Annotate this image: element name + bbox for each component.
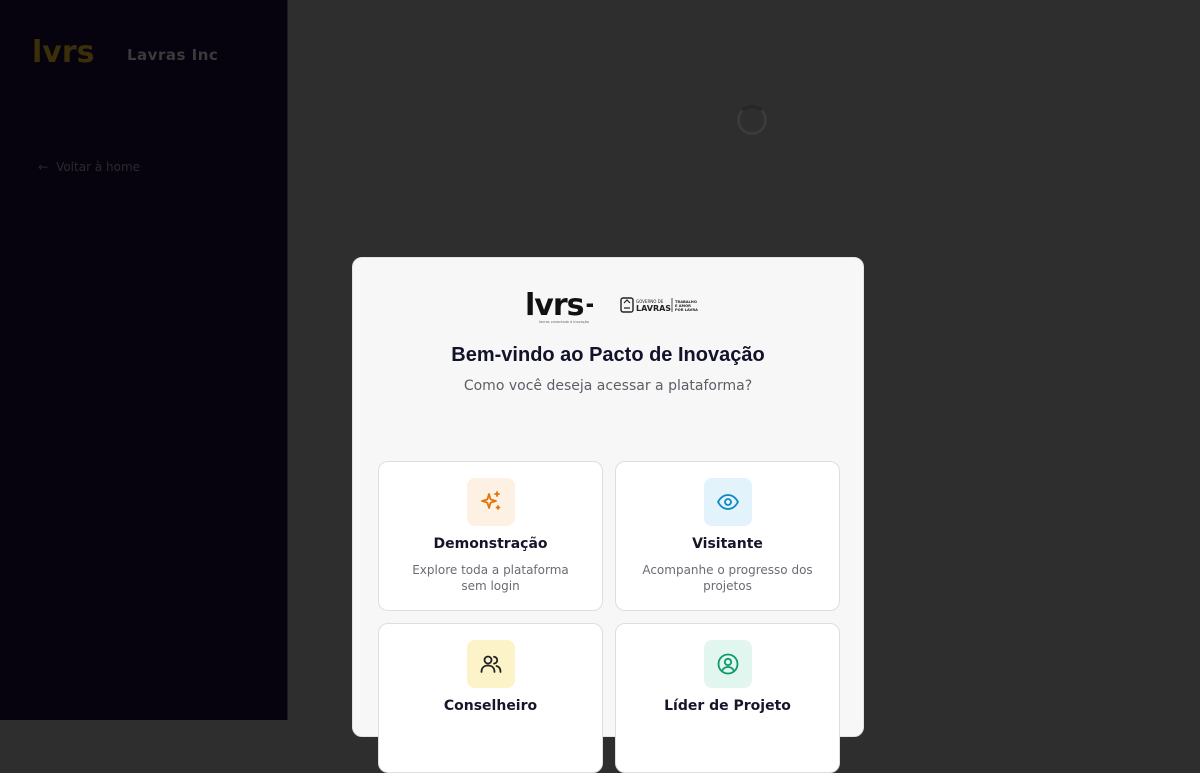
modal-subtitle: Como você deseja acessar a plataforma?: [463, 378, 753, 394]
option-title: Líder de Projeto: [664, 698, 791, 714]
svg-text:POR LAVRAS: POR LAVRAS: [675, 308, 698, 312]
access-modal: lvrs+ lavras conectada à inovação GOVERN…: [352, 257, 864, 773]
lvrs-logo: lvrs+ lavras conectada à inovação: [525, 288, 593, 324]
sidebar: lvrs Lavras Inc ← Voltar à home: [0, 0, 288, 720]
option-title: Visitante: [692, 536, 763, 552]
option-lider-projeto[interactable]: Líder de Projeto: [615, 623, 840, 773]
modal-title: Bem-vindo ao Pacto de Inovação: [451, 344, 765, 366]
option-title: Demonstração: [433, 536, 548, 552]
svg-text:lavras conectada à inovação: lavras conectada à inovação: [539, 320, 589, 324]
users-icon: [467, 640, 515, 688]
svg-text:LAVRAS: LAVRAS: [636, 304, 671, 313]
loading-spinner: [737, 105, 767, 135]
option-description: Explore toda a plataforma sem login: [412, 563, 569, 593]
svg-text:lvrs: lvrs: [32, 35, 95, 70]
option-title: Conselheiro: [443, 698, 538, 714]
governo-lavras-logo: GOVERNO DE LAVRAS TRABALHO E AMOR POR LA…: [620, 297, 698, 313]
svg-text:lvrs+: lvrs+: [525, 288, 593, 323]
back-link-label: Voltar à home: [56, 160, 141, 174]
option-visitante[interactable]: Visitante Acompanhe o progresso dos proj…: [615, 461, 840, 611]
option-conselheiro[interactable]: Conselheiro: [378, 623, 603, 773]
logos-row: lvrs+ lavras conectada à inovação GOVERN…: [353, 285, 863, 325]
eye-icon: [704, 478, 752, 526]
arrow-left-icon: ←: [38, 160, 49, 174]
back-link[interactable]: ← Voltar à home: [38, 160, 140, 174]
option-description: Acompanhe o progresso dos projetos: [642, 563, 813, 593]
option-demonstracao[interactable]: Demonstração Explore toda a plataforma s…: [378, 461, 603, 611]
brand-logo: lvrs: [32, 35, 95, 70]
user-circle-icon: [704, 640, 752, 688]
sparkles-icon: [467, 478, 515, 526]
brand-text: Lavras Inc: [127, 46, 219, 64]
